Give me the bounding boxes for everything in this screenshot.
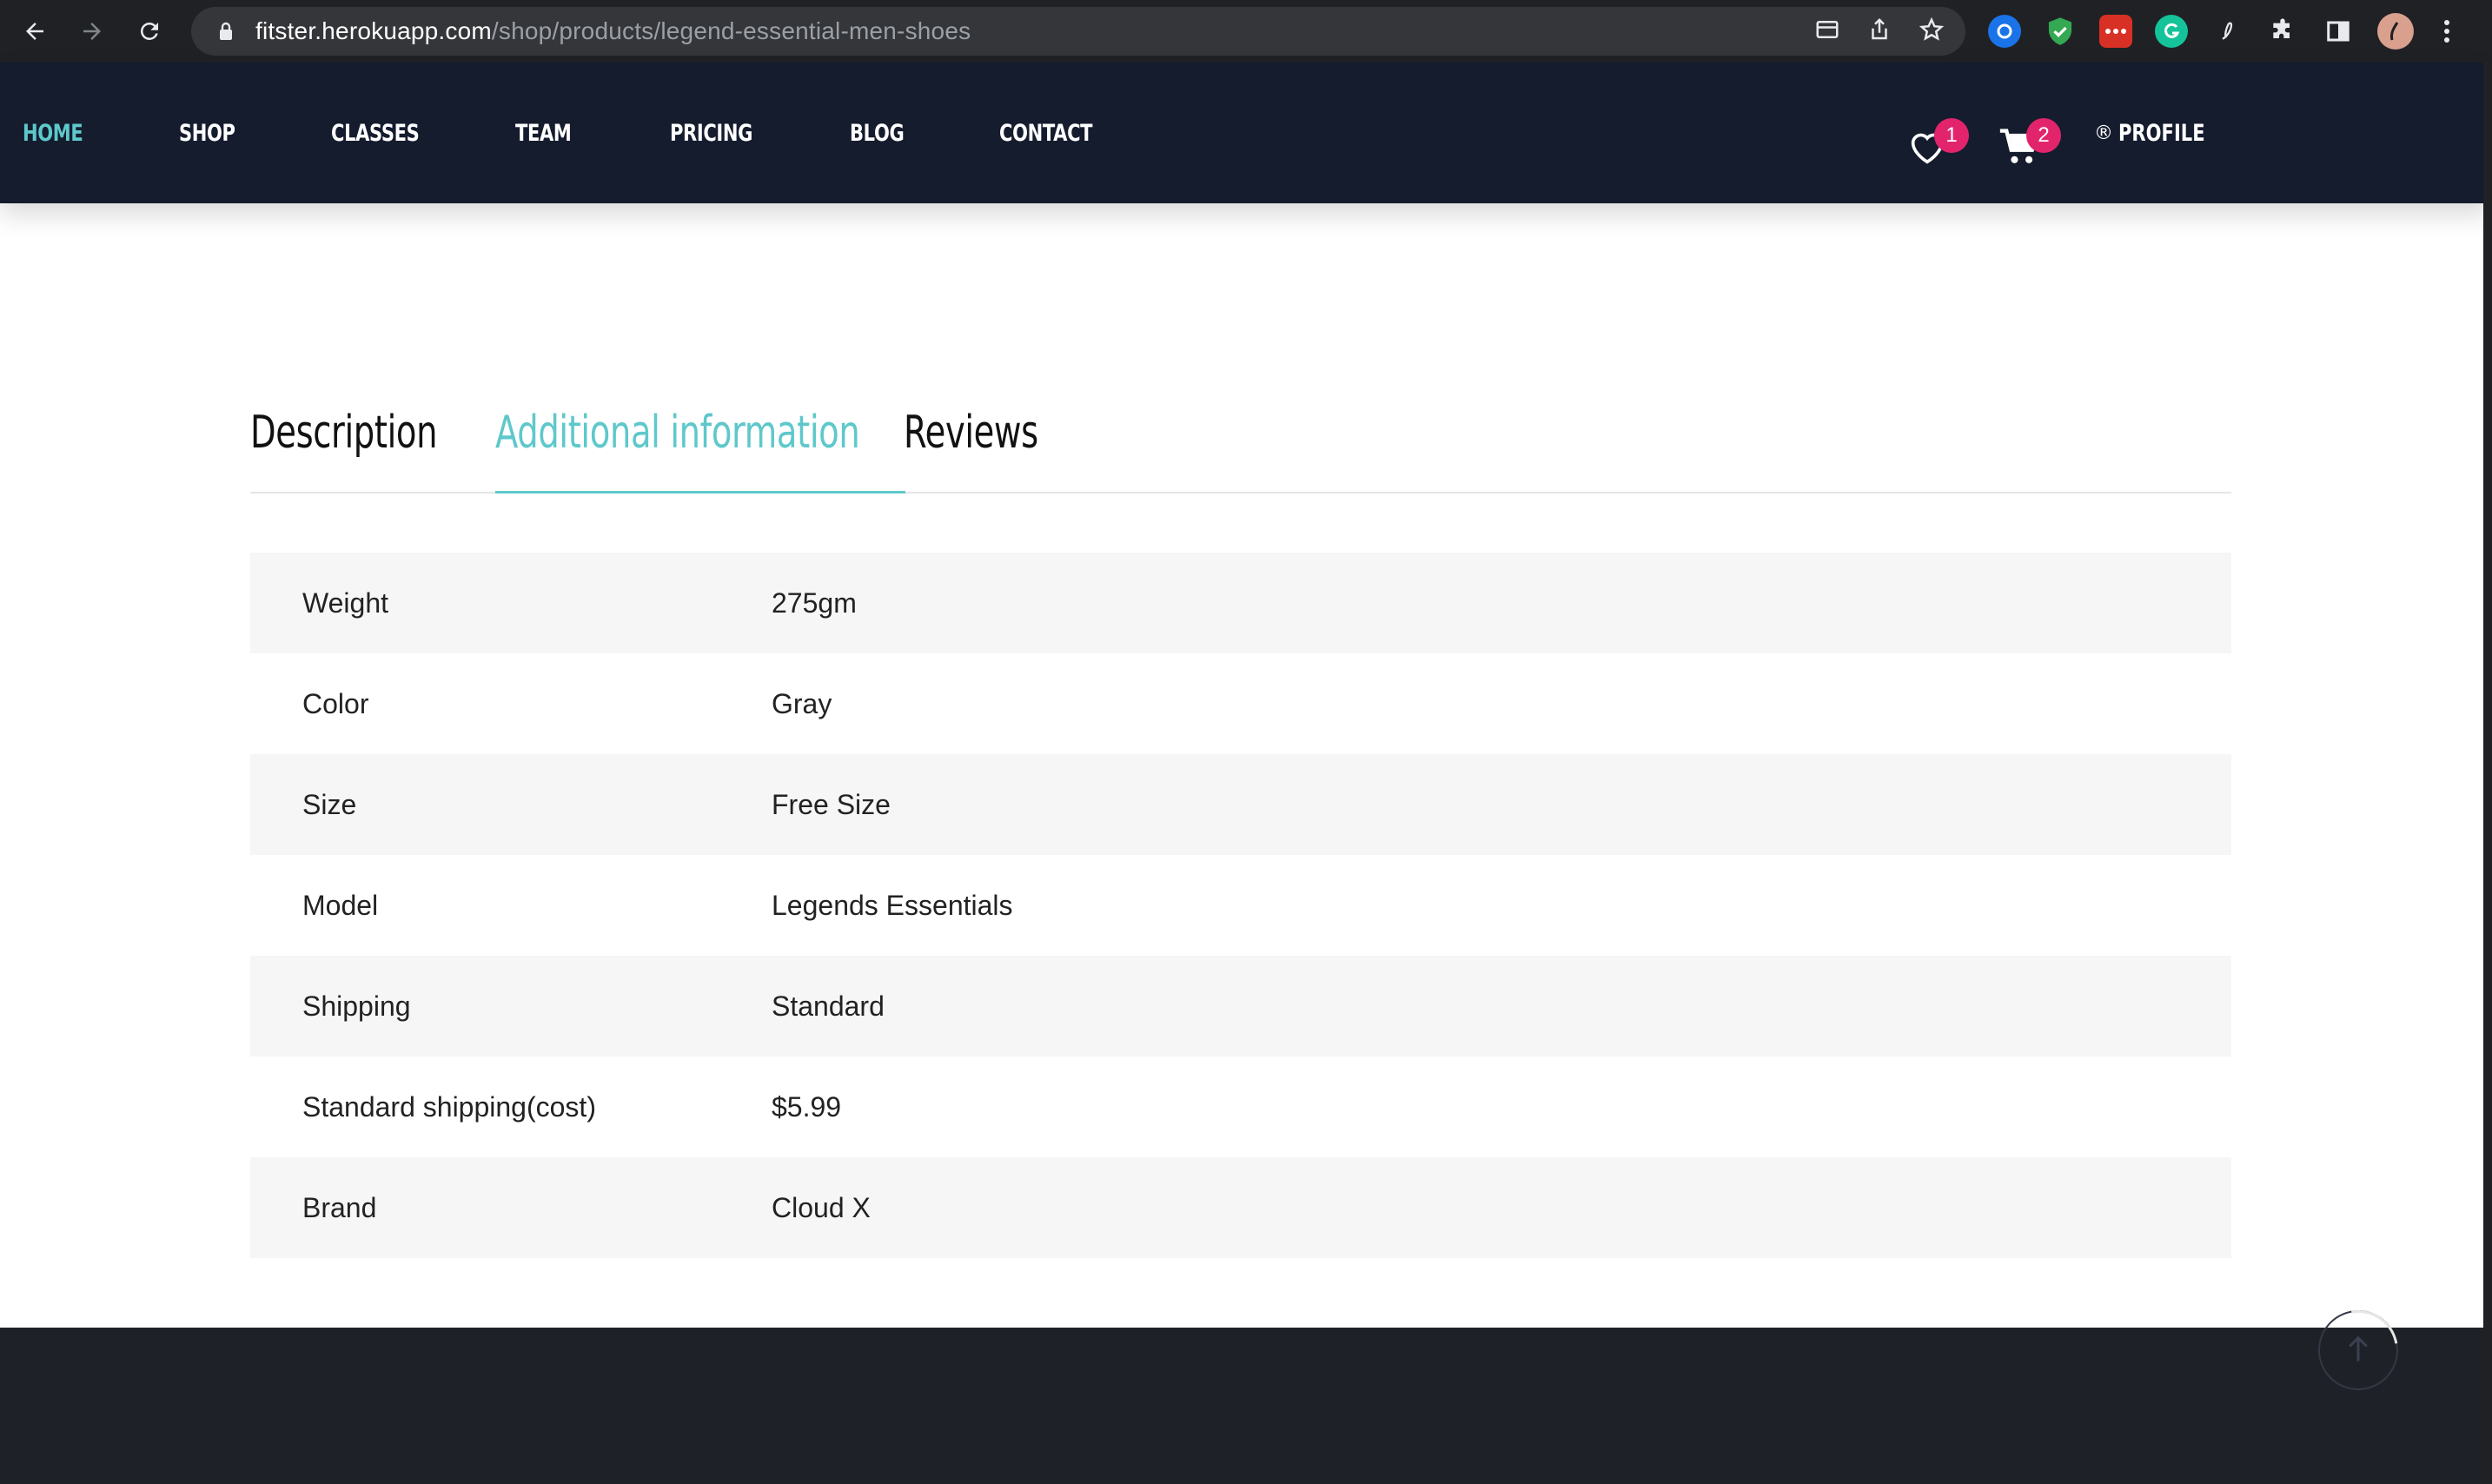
address-bar[interactable]: fitster.herokuapp.com/shop/products/lege…	[191, 7, 1965, 56]
sidebar-icon[interactable]	[2322, 15, 2355, 48]
url-text[interactable]: fitster.herokuapp.com/shop/products/lege…	[255, 17, 971, 45]
info-key-size: Size	[250, 754, 772, 855]
info-key-weight: Weight	[250, 553, 772, 653]
url-host: fitster.herokuapp.com	[255, 17, 492, 44]
share-icon[interactable]	[1866, 17, 1892, 47]
table-row: Brand Cloud X	[250, 1157, 2231, 1258]
grammarly-icon[interactable]	[2155, 15, 2188, 48]
tab-description[interactable]: Description	[250, 407, 437, 459]
info-value-color: Gray	[772, 687, 832, 719]
lock-icon[interactable]	[214, 19, 238, 43]
star-icon[interactable]	[1919, 17, 1945, 47]
info-value-shipping-cost: $5.99	[772, 1090, 842, 1123]
table-row: Model Legends Essentials	[250, 855, 2231, 956]
table-row: Color Gray	[250, 653, 2231, 754]
forward-icon[interactable]	[71, 10, 113, 52]
info-value-weight: 275gm	[772, 553, 2231, 653]
table-row: Size Free Size	[250, 754, 2231, 855]
browser-toolbar: fitster.herokuapp.com/shop/products/lege…	[0, 0, 2492, 63]
dots-extension-icon[interactable]	[2099, 15, 2132, 48]
script-extension-icon[interactable]	[2210, 15, 2243, 48]
info-key-color: Color	[302, 687, 369, 719]
site-footer	[0, 1328, 2492, 1484]
menu-dots-icon[interactable]	[2436, 15, 2457, 48]
table-row: Shipping Standard	[250, 956, 2231, 1057]
product-tabs: Description Additional information Revie…	[250, 382, 2231, 494]
info-value-model: Legends Essentials	[772, 889, 1013, 921]
browser-nav	[14, 10, 170, 52]
info-value-size: Free Size	[772, 754, 2231, 855]
url-path: /shop/products/legend-essential-men-shoe…	[491, 17, 971, 44]
window-edge	[2483, 63, 2492, 1484]
shield-icon[interactable]	[2044, 15, 2077, 48]
tab-additional-information[interactable]: Additional information	[495, 407, 860, 459]
table-row: Weight 275gm	[250, 553, 2231, 653]
active-tab-indicator	[495, 491, 905, 494]
profile-label: PROFILE	[2118, 119, 2205, 147]
puzzle-icon[interactable]	[2266, 15, 2299, 48]
info-value-brand: Cloud X	[772, 1157, 2231, 1258]
tab-reviews[interactable]: Reviews	[904, 407, 1038, 459]
avatar[interactable]	[2377, 13, 2414, 50]
profile-link[interactable]: ® PROFILE	[2094, 63, 2230, 203]
omnibox-actions	[1814, 7, 1945, 56]
info-value-shipping: Standard	[772, 956, 2231, 1057]
info-key-shipping: Shipping	[250, 956, 772, 1057]
reload-icon[interactable]	[129, 10, 170, 52]
info-key-model: Model	[302, 889, 379, 921]
reader-mode-icon[interactable]	[1814, 17, 1840, 47]
extension-icon[interactable]	[1988, 15, 2021, 48]
cart-count-badge: 2	[2026, 118, 2061, 153]
wishlist-count-badge: 1	[1934, 118, 1969, 153]
header-actions: 1 2 ® PROFILE	[0, 63, 2492, 203]
extensions-bar	[1988, 13, 2457, 50]
info-key-shipping-cost: Standard shipping(cost)	[302, 1090, 596, 1123]
info-key-brand: Brand	[250, 1157, 772, 1258]
back-icon[interactable]	[14, 10, 56, 52]
site-header: HOME SHOP CLASSES TEAM PRICING BLOG CONT…	[0, 63, 2492, 203]
additional-info-table: Weight 275gm Color Gray Size Free Size M…	[250, 553, 2231, 1258]
profile-icon: ®	[2094, 122, 2113, 144]
table-row: Standard shipping(cost) $5.99	[250, 1057, 2231, 1157]
scroll-to-top-button[interactable]	[2302, 1294, 2415, 1407]
